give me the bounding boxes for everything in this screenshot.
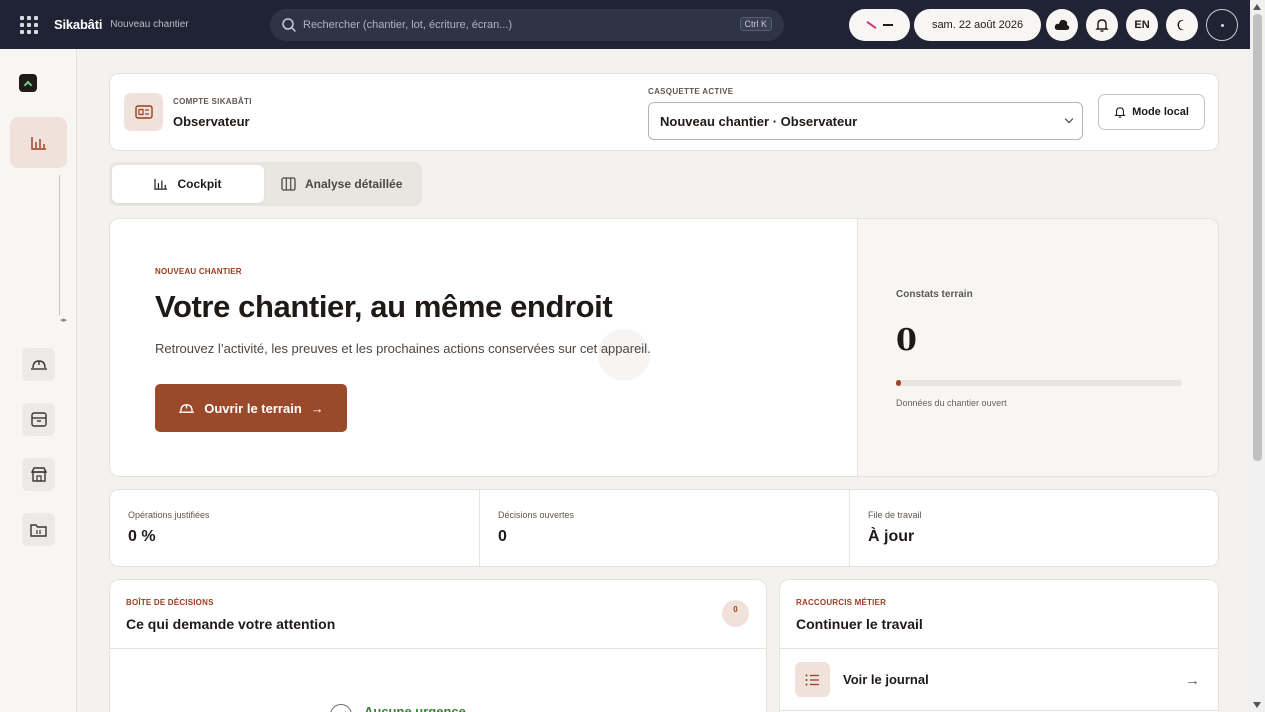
mode-local-label: Mode local [1132, 106, 1189, 118]
decisions-kicker: BOÎTE DE DÉCISIONS [126, 598, 214, 607]
profile-icon [1220, 23, 1224, 27]
field-findings-caption: Données du chantier ouvert [896, 398, 1007, 408]
kpi-justified-operations: Opérations justifiées 0 % [110, 490, 479, 566]
hero-kicker: NOUVEAU CHANTIER [155, 267, 242, 276]
theme-toggle-button[interactable] [1166, 9, 1198, 41]
rail-resize-handle[interactable]: ◂▸ [60, 316, 67, 324]
arrow-right-icon: → [1185, 672, 1200, 689]
arrow-right-icon: → [310, 400, 324, 416]
apps-grid-icon[interactable] [17, 13, 41, 37]
shortcut-journal-label: Voir le journal [843, 672, 929, 687]
active-hat-kicker: CASQUETTE ACTIVE [648, 87, 734, 96]
field-findings-label: Constats terrain [896, 289, 973, 300]
kpi-value: À jour [868, 528, 915, 545]
decisions-card: BOÎTE DE DÉCISIONS Ce qui demande votre … [109, 579, 767, 712]
notifications-button[interactable] [1086, 9, 1118, 41]
rail-item-folder[interactable] [22, 513, 55, 546]
rail-item-archive[interactable] [22, 403, 55, 436]
top-bar: Sikabâti Nouveau chantier Rechercher (ch… [0, 0, 1250, 49]
store-icon [30, 467, 47, 482]
bell-icon [1095, 18, 1109, 32]
kpi-open-decisions: Décisions ouvertes 0 [479, 490, 849, 566]
hero-description: Retrouvez l’activité, les preuves et les… [155, 341, 651, 356]
kpi-label: Opérations justifiées [128, 510, 210, 520]
rail-item-store[interactable] [22, 458, 55, 491]
columns-icon [281, 177, 296, 191]
language-button[interactable]: EN [1126, 9, 1158, 41]
chevron-down-icon [1064, 114, 1074, 124]
sync-status-button[interactable] [849, 9, 910, 41]
kpi-work-queue: File de travail À jour [849, 490, 1218, 566]
helmet-icon [179, 403, 195, 413]
tab-cockpit[interactable]: Cockpit [112, 165, 264, 203]
search-shortcut: Ctrl K [739, 17, 772, 31]
hero-card: NOUVEAU CHANTIER Votre chantier, au même… [109, 218, 1219, 477]
decisions-empty-text: Aucune urgence [364, 703, 466, 712]
account-name: Observateur [173, 114, 250, 129]
kpi-value: 0 % [128, 528, 156, 545]
check-circle-icon [330, 704, 352, 712]
scrollbar-thumb[interactable] [1253, 14, 1262, 461]
helmet-icon [30, 359, 47, 370]
kpi-label: Décisions ouvertes [498, 510, 575, 520]
open-terrain-button[interactable]: Ouvrir le terrain → [155, 384, 347, 432]
view-tabs: Cockpit Analyse détaillée [109, 162, 422, 206]
profile-button[interactable] [1206, 9, 1238, 41]
field-findings-panel: Constats terrain 0 Données du chantier o… [857, 219, 1218, 476]
shortcuts-card: RACCOURCIS MÉTIER Continuer le travail V… [779, 579, 1219, 712]
sync-status-icon [866, 21, 877, 29]
tab-analyse-label: Analyse détaillée [305, 177, 403, 191]
app-context: Nouveau chantier [110, 19, 189, 30]
id-card-icon [124, 93, 163, 131]
tab-analyse-detaillee[interactable]: Analyse détaillée [281, 165, 402, 203]
field-findings-progress [896, 380, 1182, 386]
shortcut-journal[interactable]: Voir le journal → [780, 649, 1218, 711]
date-button[interactable]: sam. 22 août 2026 [914, 9, 1041, 41]
divider [110, 648, 766, 649]
mode-local-button[interactable]: Mode local [1098, 94, 1205, 130]
app-name[interactable]: Sikabâti [54, 17, 102, 32]
account-kicker: COMPTE SIKABÂTI [173, 97, 252, 106]
active-hat-select[interactable]: Nouveau chantier · Observateur [648, 102, 1083, 140]
tab-cockpit-label: Cockpit [177, 177, 222, 191]
chart-icon [154, 178, 168, 190]
chart-icon [30, 136, 46, 150]
scroll-up-icon[interactable] [1253, 4, 1261, 10]
decisions-empty-state: Aucune urgence [330, 696, 466, 712]
cloud-button[interactable] [1046, 9, 1078, 41]
rail-divider [59, 175, 60, 315]
shortcuts-kicker: RACCOURCIS MÉTIER [796, 598, 887, 607]
open-terrain-label: Ouvrir le terrain [204, 400, 302, 416]
field-findings-progress-fill [896, 380, 901, 386]
bell-icon [1114, 106, 1126, 118]
search-icon [282, 18, 296, 32]
cloud-icon [1054, 19, 1070, 30]
decisions-count-badge: 0 [722, 600, 749, 627]
search-placeholder: Rechercher (chantier, lot, écriture, écr… [303, 19, 513, 31]
kpi-strip: Opérations justifiées 0 % Décisions ouve… [109, 489, 1219, 567]
rail-item-terrain[interactable] [22, 348, 55, 381]
hero-title: Votre chantier, au même endroit [155, 289, 613, 324]
field-findings-value: 0 [896, 323, 917, 358]
archive-icon [30, 412, 47, 427]
logo-icon[interactable] [19, 74, 37, 92]
sync-dash-icon [883, 24, 893, 26]
decisions-title: Ce qui demande votre attention [126, 616, 336, 632]
rail-item-cockpit[interactable] [10, 117, 67, 168]
kpi-value: 0 [498, 528, 507, 545]
search-input[interactable]: Rechercher (chantier, lot, écriture, écr… [270, 9, 784, 41]
left-rail: ◂▸ [0, 49, 77, 712]
account-card: COMPTE SIKABÂTI Observateur CASQUETTE AC… [109, 73, 1219, 151]
moon-icon [1177, 19, 1184, 31]
hero-main: NOUVEAU CHANTIER Votre chantier, au même… [110, 219, 858, 476]
scroll-down-icon[interactable] [1253, 702, 1261, 708]
kpi-label: File de travail [868, 510, 922, 520]
folder-icon [30, 523, 47, 537]
list-icon [795, 662, 830, 697]
active-hat-value: Nouveau chantier · Observateur [660, 113, 858, 129]
shortcuts-title: Continuer le travail [796, 616, 923, 632]
page-scrollbar[interactable] [1250, 0, 1265, 712]
